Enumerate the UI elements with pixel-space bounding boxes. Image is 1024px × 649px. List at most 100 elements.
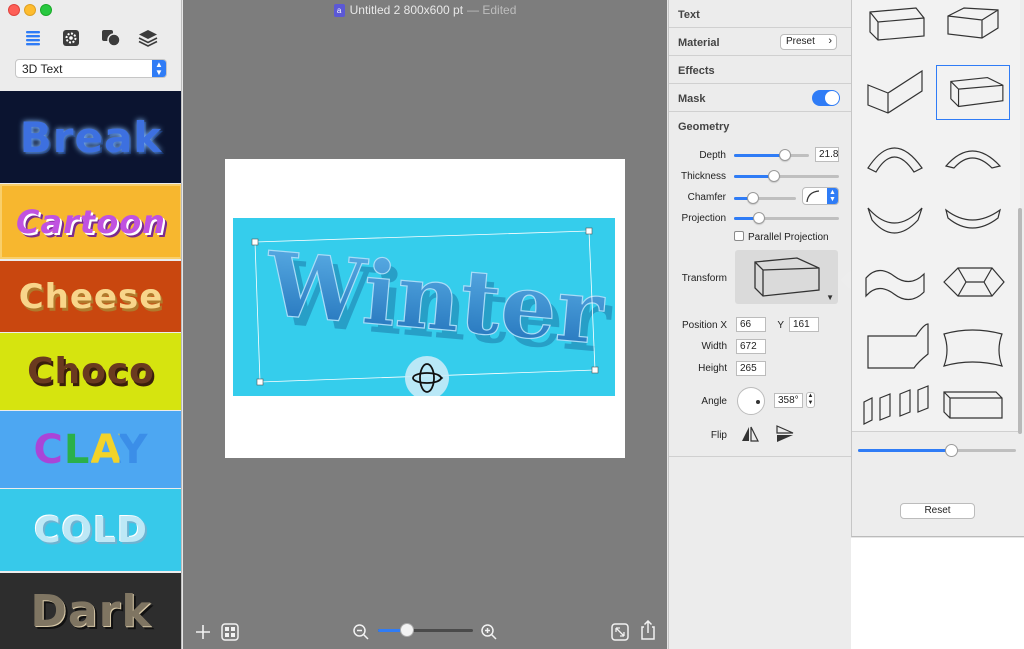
chevron-updown-icon: ▲ ▼ [152,60,166,77]
shape-intensity-slider[interactable] [858,449,1016,452]
style-tile-cartoon[interactable]: Cartoon [0,184,181,259]
depth-field[interactable]: 21.8 [815,147,839,162]
chamfer-slider[interactable] [734,197,796,200]
height-field[interactable]: 265 [736,361,766,376]
chamfer-label: Chamfer [687,192,726,203]
window-close-button[interactable] [8,4,20,16]
angle-dial[interactable] [737,387,765,415]
shape-grid [852,0,1020,432]
depth-label: Depth [699,150,726,161]
section-text[interactable]: Text [669,0,851,28]
fit-to-window-icon[interactable] [610,622,630,642]
shape-flat-box[interactable] [936,378,1010,433]
shape-curve-panel[interactable] [858,318,932,373]
window-zoom-button[interactable] [40,4,52,16]
shape-box-bevel[interactable] [936,0,1010,49]
transform-shape-icon [754,257,820,297]
section-label: Mask [678,93,706,105]
rotate-3d-icon[interactable] [405,356,449,396]
position-y-field[interactable]: 161 [789,317,819,332]
chamfer-curve-select[interactable]: ▲ ▼ [802,187,839,205]
depth-slider[interactable] [734,154,809,157]
shape-valley[interactable] [858,190,932,245]
parallel-projection-checkbox[interactable] [734,231,744,241]
style-tile-label: CLAY [33,426,149,473]
shape-arch[interactable] [858,128,932,183]
transform-shapes-popover [851,0,1024,537]
shapes-icon[interactable] [99,26,123,50]
grid-view-icon[interactable] [220,622,240,642]
section-divider [669,456,851,457]
section-effects[interactable]: Effects [669,56,851,84]
shape-wave[interactable] [858,254,932,309]
preset-button[interactable]: Preset › [780,34,837,50]
style-tile-label: COLD [34,509,148,551]
thickness-slider[interactable] [734,175,839,178]
height-label: Height [698,363,727,374]
shape-wedge-selected[interactable] [936,65,1010,120]
style-category-select[interactable]: 3D Text ▲ ▼ [15,59,167,78]
width-label: Width [701,341,727,352]
curve-icon [806,190,820,203]
section-geometry[interactable]: Geometry [669,112,851,140]
chevron-right-icon: › [828,35,832,47]
popover-scrollbar[interactable] [1018,208,1022,434]
style-tile-cold[interactable]: COLD [0,489,181,571]
style-tile-cheese[interactable]: Cheese [0,261,181,332]
style-tile-choco[interactable]: Choco [0,333,181,410]
flip-horizontal-icon[interactable] [740,426,760,442]
popover-arrow [840,270,851,290]
style-tile-break[interactable]: Break [0,91,181,183]
document-page[interactable]: Winter Winter [225,159,625,458]
thickness-label: Thickness [680,171,726,182]
style-category-value: 3D Text [22,62,63,76]
position-x-field[interactable]: 66 [736,317,766,332]
preset-label: Preset [786,36,815,47]
styles-sidebar: 3D Text ▲ ▼ Break Cartoon Cheese Choco CL… [0,0,182,649]
depth-slider-knob[interactable] [779,149,791,161]
style-tile-dark[interactable]: Dark [0,573,181,649]
chamfer-slider-knob[interactable] [746,192,759,204]
shape-split-blocks[interactable] [858,378,932,433]
app-window: 3D Text ▲ ▼ Break Cartoon Cheese Choco CL… [0,0,1024,649]
chevron-updown-icon: ▲ ▼ [827,188,838,204]
angle-field[interactable]: 358° [774,393,803,408]
mask-toggle[interactable] [812,90,840,106]
zoom-in-icon[interactable] [479,622,499,642]
shape-box-flat[interactable] [858,0,932,49]
background-window [851,538,1024,649]
zoom-slider-knob[interactable] [399,623,414,637]
layers-icon[interactable] [136,26,160,50]
projection-slider[interactable] [734,217,839,220]
angle-stepper[interactable]: ▲ ▼ [806,392,815,408]
section-label: Material [678,37,720,49]
document-icon: a [333,3,345,17]
add-icon[interactable] [193,622,213,642]
list-icon[interactable] [21,26,45,50]
reset-button[interactable]: Reset [900,503,975,519]
window-minimize-button[interactable] [24,4,36,16]
thickness-slider-knob[interactable] [767,170,780,182]
window-title: Untitled 2 800x600 pt [349,3,464,17]
canvas-area[interactable]: a Untitled 2 800x600 pt — Edited Winter … [183,0,667,649]
style-tile-label: Cartoon [16,202,166,241]
artboard[interactable]: Winter Winter [233,218,615,396]
shape-barrel[interactable] [936,318,1010,373]
depth-slider-fill [734,154,785,157]
width-field[interactable]: 672 [736,339,766,354]
shape-lens[interactable] [936,254,1010,309]
window-title-bar: a Untitled 2 800x600 pt — Edited [183,0,667,20]
style-tile-clay[interactable]: CLAY [0,411,181,488]
style-tile-label: Dark [30,585,152,637]
shape-arch-flat[interactable] [936,128,1010,183]
shape-valley-flat[interactable] [936,190,1010,245]
zoom-slider[interactable] [378,629,473,632]
zoom-out-icon[interactable] [351,622,371,642]
shape-fold[interactable] [858,63,932,118]
transform-shape-picker[interactable]: ▼ [735,250,838,304]
position-y-label: Y [777,320,784,331]
share-icon[interactable] [638,620,658,640]
settings-gear-icon[interactable] [59,26,83,50]
flip-vertical-icon[interactable] [775,425,795,443]
section-label: Text [678,9,700,21]
